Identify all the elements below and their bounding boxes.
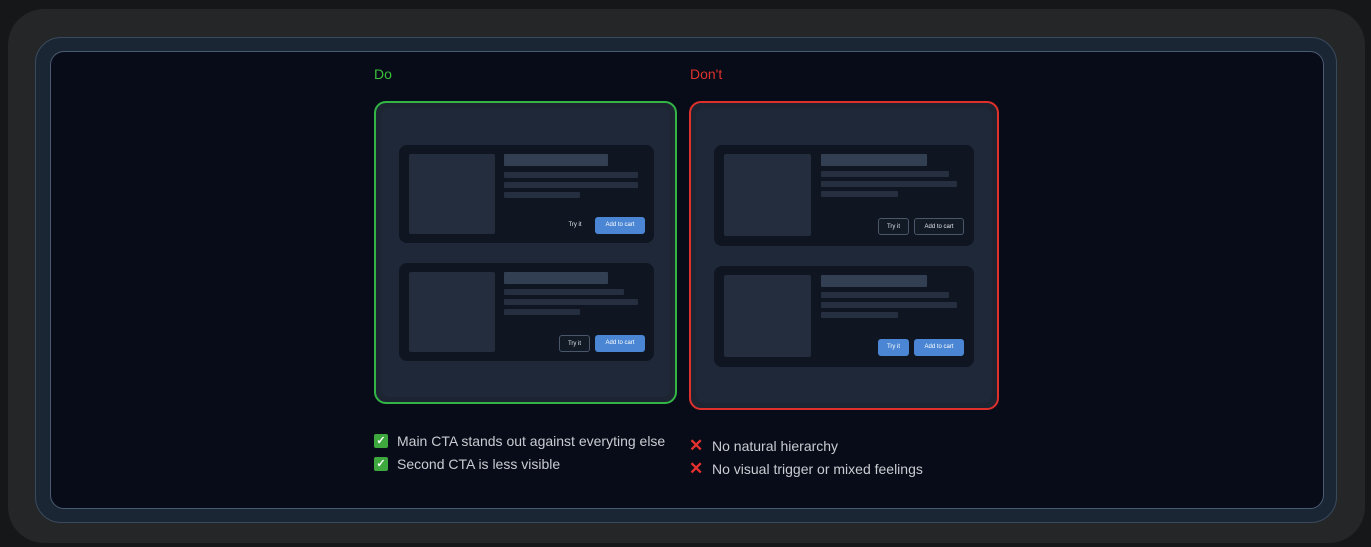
text-line-placeholder (504, 172, 638, 178)
product-title-placeholder (821, 154, 927, 166)
text-line-placeholder (504, 192, 580, 198)
do-example-panel: Try it Add to cart Try it Add to cart (374, 101, 677, 404)
do-panel-inner: Try it Add to cart Try it Add to cart (381, 108, 670, 397)
text-line-placeholder (821, 171, 949, 177)
check-icon: ✓ (374, 434, 388, 448)
do-note-1: ✓ Main CTA stands out against everyting … (374, 430, 674, 453)
dont-note-text: No natural hierarchy (712, 438, 839, 454)
add-to-cart-button[interactable]: Add to cart (595, 217, 645, 234)
cross-icon: ✕ (689, 459, 704, 478)
slide-canvas (50, 51, 1324, 509)
text-line-placeholder (821, 312, 898, 318)
product-title-placeholder (821, 275, 927, 287)
text-line-placeholder (821, 181, 957, 187)
product-image-placeholder (409, 272, 495, 352)
do-product-card-2: Try it Add to cart (399, 263, 654, 361)
try-it-button[interactable]: Try it (560, 217, 590, 234)
text-line-placeholder (504, 182, 638, 188)
add-to-cart-button[interactable]: Add to cart (914, 218, 964, 235)
do-product-card-1: Try it Add to cart (399, 145, 654, 243)
product-title-placeholder (504, 154, 608, 166)
check-icon: ✓ (374, 457, 388, 471)
text-line-placeholder (821, 302, 957, 308)
text-line-placeholder (821, 191, 898, 197)
product-image-placeholder (724, 275, 811, 357)
do-heading: Do (374, 66, 392, 82)
dont-note-2: ✕ No visual trigger or mixed feelings (689, 458, 989, 481)
do-note-2: ✓ Second CTA is less visible (374, 453, 674, 476)
dont-note-1: ✕ No natural hierarchy (689, 435, 989, 458)
do-notes: ✓ Main CTA stands out against everyting … (374, 430, 674, 476)
try-it-button[interactable]: Try it (559, 335, 590, 352)
product-image-placeholder (409, 154, 495, 234)
product-title-placeholder (504, 272, 608, 284)
dont-heading: Don't (690, 66, 723, 82)
dont-notes: ✕ No natural hierarchy ✕ No visual trigg… (689, 435, 989, 481)
product-image-placeholder (724, 154, 811, 236)
try-it-button[interactable]: Try it (878, 218, 909, 235)
dont-example-panel: Try it Add to cart Try it Add to cart (689, 101, 999, 410)
text-line-placeholder (504, 309, 580, 315)
cross-icon: ✕ (689, 436, 704, 455)
dont-panel-inner: Try it Add to cart Try it Add to cart (696, 108, 992, 403)
add-to-cart-button[interactable]: Add to cart (595, 335, 645, 352)
text-line-placeholder (821, 292, 949, 298)
do-note-text: Main CTA stands out against everyting el… (397, 433, 666, 449)
add-to-cart-button[interactable]: Add to cart (914, 339, 964, 356)
try-it-button[interactable]: Try it (878, 339, 909, 356)
dont-product-card-2: Try it Add to cart (714, 266, 974, 367)
text-line-placeholder (504, 289, 624, 295)
dont-product-card-1: Try it Add to cart (714, 145, 974, 246)
do-note-text: Second CTA is less visible (397, 456, 561, 472)
text-line-placeholder (504, 299, 638, 305)
dont-note-text: No visual trigger or mixed feelings (712, 461, 923, 477)
